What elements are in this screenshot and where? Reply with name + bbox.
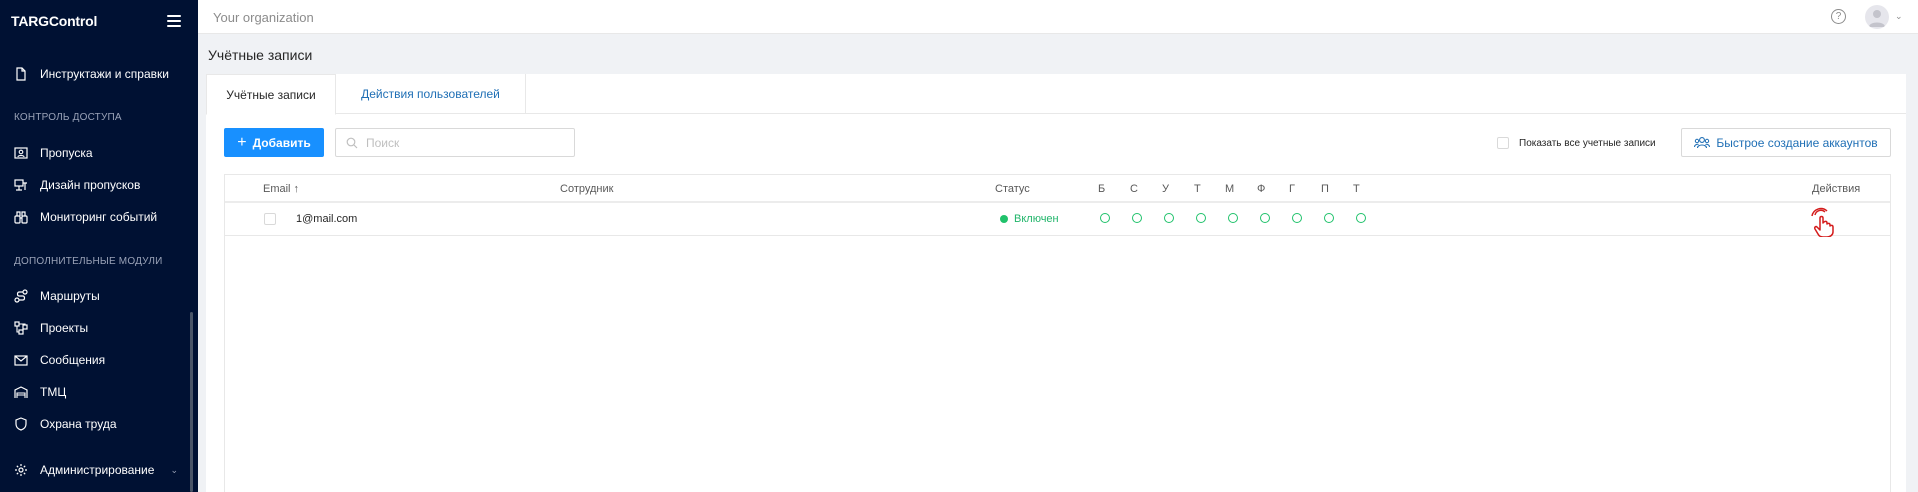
sidebar-item-label: Проекты xyxy=(40,321,89,335)
add-button-label: Добавить xyxy=(252,135,311,150)
sidebar-item-routes[interactable]: Маршруты xyxy=(14,284,184,308)
top-header: Your organization ? ⌄ xyxy=(198,0,1918,34)
tab-user-actions[interactable]: Действия пользователей xyxy=(336,74,526,114)
document-icon xyxy=(16,67,26,81)
column-employee[interactable]: Сотрудник xyxy=(560,183,613,195)
shield-icon xyxy=(15,417,27,431)
tabs: Учётные записи Действия пользователей xyxy=(206,74,1906,115)
column-day: Г xyxy=(1289,183,1295,195)
route-icon xyxy=(14,289,28,303)
status-badge: Включен xyxy=(1000,213,1059,225)
sidebar-scrollbar[interactable] xyxy=(190,312,193,492)
avatar[interactable] xyxy=(1865,5,1889,29)
column-day: У xyxy=(1162,183,1169,195)
sidebar-item-label: Дизайн пропусков xyxy=(40,178,141,192)
project-icon xyxy=(14,321,28,335)
circle-icon xyxy=(1132,213,1142,223)
sidebar-item-label: Пропуска xyxy=(40,146,93,160)
table-header: Email ↑ Сотрудник Статус Б С У Т М Ф Г П… xyxy=(225,175,1890,203)
accounts-card: Учётные записи Действия пользователей + … xyxy=(206,74,1906,492)
mail-icon xyxy=(14,355,28,366)
show-all-label: Показать все учетные записи xyxy=(1519,137,1656,149)
sidebar-item-label: Инструктажи и справки xyxy=(40,67,169,81)
sidebar-item-event-monitoring[interactable]: Мониторинг событий xyxy=(14,205,184,229)
sidebar-item-instructions[interactable]: Инструктажи и справки xyxy=(14,62,184,86)
column-day: Т xyxy=(1353,183,1360,195)
column-day: П xyxy=(1321,183,1329,195)
badge-icon xyxy=(14,147,28,159)
chevron-down-icon[interactable]: ⌄ xyxy=(1895,11,1903,22)
sidebar-item-administration[interactable]: Администрирование ⌄ xyxy=(14,458,184,482)
sidebar-item-label: Мониторинг событий xyxy=(40,210,158,224)
help-icon[interactable]: ? xyxy=(1831,9,1846,24)
sidebar-item-pass-design[interactable]: Дизайн пропусков xyxy=(14,173,184,197)
table-row[interactable]: 1@mail.com Включен xyxy=(225,203,1890,237)
circle-icon xyxy=(1164,213,1174,223)
sidebar-item-label: Маршруты xyxy=(40,289,100,303)
column-actions: Действия xyxy=(1812,183,1861,195)
sidebar: TARGControl Инструктажи и справки КОНТРО… xyxy=(0,0,198,492)
users-icon xyxy=(1694,136,1711,148)
warehouse-icon xyxy=(14,386,28,398)
gear-icon xyxy=(15,464,27,476)
column-status[interactable]: Статус xyxy=(995,183,1030,195)
circle-icon xyxy=(1228,213,1238,223)
sidebar-section-title: КОНТРОЛЬ ДОСТУПА xyxy=(14,112,122,123)
search-field[interactable] xyxy=(335,128,575,157)
chevron-down-icon: ⌄ xyxy=(170,464,178,475)
status-dot-icon xyxy=(1000,215,1008,223)
column-day: М xyxy=(1225,183,1235,195)
column-email[interactable]: Email ↑ xyxy=(263,183,299,195)
circle-icon xyxy=(1324,213,1334,223)
organization-name[interactable]: Your organization xyxy=(213,10,314,25)
sidebar-item-messages[interactable]: Сообщения xyxy=(14,348,184,372)
column-day: Т xyxy=(1194,183,1201,195)
circle-icon xyxy=(1260,213,1270,223)
column-day: С xyxy=(1130,183,1138,195)
quick-create-accounts-button[interactable]: Быстрое создание аккаунтов xyxy=(1681,128,1891,157)
row-checkbox[interactable] xyxy=(264,213,276,225)
show-all-checkbox[interactable] xyxy=(1497,137,1509,149)
sidebar-section-title: ДОПОЛНИТЕЛЬНЫЕ МОДУЛИ xyxy=(14,256,163,267)
column-day: Ф xyxy=(1257,183,1266,195)
add-button[interactable]: + Добавить xyxy=(224,128,324,157)
sidebar-item-passes[interactable]: Пропуска xyxy=(14,141,184,165)
sidebar-item-label: Сообщения xyxy=(40,353,106,367)
circle-icon xyxy=(1100,213,1110,223)
sidebar-item-projects[interactable]: Проекты xyxy=(14,316,184,340)
circle-icon xyxy=(1196,213,1206,223)
sidebar-item-label: Охрана труда xyxy=(40,417,117,431)
accounts-table: Email ↑ Сотрудник Статус Б С У Т М Ф Г П… xyxy=(224,174,1891,492)
search-input[interactable] xyxy=(366,135,566,150)
menu-toggle-icon[interactable] xyxy=(167,15,181,27)
tab-accounts[interactable]: Учётные записи xyxy=(206,74,336,115)
pointer-hand-icon[interactable] xyxy=(1810,207,1852,237)
status-label: Включен xyxy=(1014,213,1059,225)
column-day: Б xyxy=(1098,183,1106,195)
sidebar-item-label: ТМЦ xyxy=(40,385,67,399)
binoculars-icon xyxy=(14,211,28,224)
sidebar-item-inventory[interactable]: ТМЦ xyxy=(14,380,184,404)
row-email: 1@mail.com xyxy=(296,213,358,225)
circle-icon xyxy=(1356,213,1366,223)
quick-create-label: Быстрое создание аккаунтов xyxy=(1716,135,1878,150)
search-icon xyxy=(346,137,358,148)
plus-icon: + xyxy=(237,133,247,151)
app-logo: TARGControl xyxy=(11,13,98,29)
sidebar-item-labor-safety[interactable]: Охрана труда xyxy=(14,412,184,436)
show-all-accounts-toggle[interactable]: Показать все учетные записи xyxy=(1497,137,1656,149)
circle-icon xyxy=(1292,213,1302,223)
design-icon xyxy=(14,179,27,191)
user-icon xyxy=(1869,10,1885,27)
sidebar-item-label: Администрирование xyxy=(40,463,155,477)
page-title: Учётные записи xyxy=(208,47,313,63)
